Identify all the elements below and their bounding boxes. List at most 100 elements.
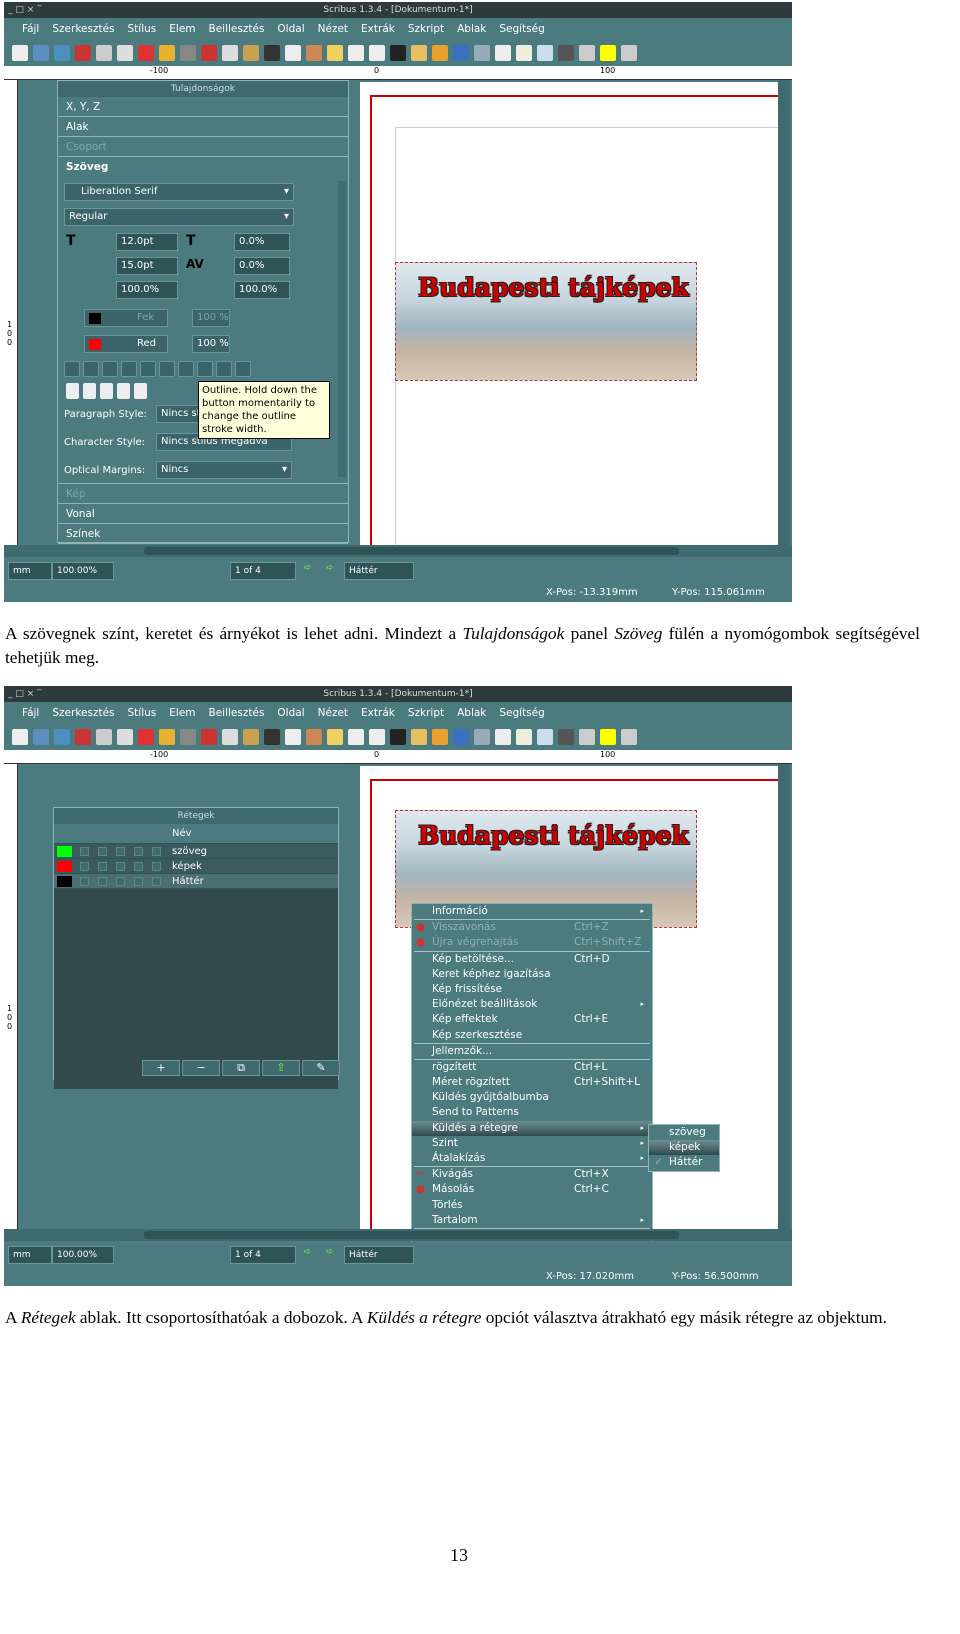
- tab-colors[interactable]: Színek: [58, 524, 348, 544]
- select-icon[interactable]: [264, 729, 280, 745]
- tracking-input[interactable]: 0.0%: [234, 257, 290, 275]
- pdf-icon[interactable]: [138, 729, 154, 745]
- menu-item[interactable]: Kép frissítése: [412, 982, 652, 997]
- tab-text[interactable]: Szöveg: [58, 157, 348, 177]
- layer-row[interactable]: Háttér: [54, 874, 338, 889]
- window-controls[interactable]: _ □ × ‾: [8, 2, 42, 18]
- strikethrough-button[interactable]: [178, 361, 194, 377]
- save-icon[interactable]: [54, 729, 70, 745]
- pipette-icon[interactable]: [621, 729, 637, 745]
- align-block-button[interactable]: [117, 383, 130, 399]
- redo-icon[interactable]: [180, 45, 196, 61]
- menu-item[interactable]: Keret képhez igazítása: [412, 967, 652, 982]
- redo-icon[interactable]: [180, 729, 196, 745]
- font-size-input[interactable]: 12.0pt: [116, 233, 178, 251]
- offset-input[interactable]: 0.0%: [234, 233, 290, 251]
- shape-icon[interactable]: [348, 729, 364, 745]
- last-page-icon[interactable]: ➪: [326, 1247, 334, 1257]
- zoom-input[interactable]: 100.00%: [52, 1246, 114, 1264]
- text-frame-icon[interactable]: [285, 45, 301, 61]
- tab-image[interactable]: Kép: [58, 484, 348, 504]
- menu-item[interactable]: Tartalom ▸: [412, 1213, 652, 1228]
- align-center-button[interactable]: [83, 383, 96, 399]
- copy-icon[interactable]: [222, 729, 238, 745]
- menu-9[interactable]: Ablak: [457, 707, 486, 719]
- layer-checkbox[interactable]: [116, 862, 125, 871]
- story-editor-icon[interactable]: [516, 729, 532, 745]
- menu-item[interactable]: Információ ▸: [412, 904, 652, 919]
- undo-icon[interactable]: [159, 729, 175, 745]
- rotate-icon[interactable]: [453, 729, 469, 745]
- layer-row[interactable]: képek: [54, 859, 338, 874]
- layer-select[interactable]: Háttér: [344, 562, 414, 580]
- rotate-icon[interactable]: [453, 45, 469, 61]
- preflight-icon[interactable]: [117, 729, 133, 745]
- underline-words-button[interactable]: [83, 361, 99, 377]
- shadow-button[interactable]: [216, 361, 232, 377]
- line-icon[interactable]: [390, 729, 406, 745]
- menu-1[interactable]: Szerkesztés: [52, 707, 114, 719]
- table-icon[interactable]: [327, 45, 343, 61]
- text-frame-icon[interactable]: [285, 729, 301, 745]
- width-scale-input[interactable]: 100.0%: [116, 281, 178, 299]
- menu-5[interactable]: Oldal: [277, 707, 304, 719]
- measure-icon[interactable]: [579, 729, 595, 745]
- edit-layer-button[interactable]: ✎: [302, 1060, 340, 1076]
- smallcaps-button[interactable]: [159, 361, 175, 377]
- cut-icon[interactable]: [201, 45, 217, 61]
- align-left-button[interactable]: [66, 383, 79, 399]
- print-icon[interactable]: [96, 729, 112, 745]
- layer-checkbox[interactable]: [98, 877, 107, 886]
- shape-icon[interactable]: [348, 45, 364, 61]
- layer-checkbox[interactable]: [152, 862, 161, 871]
- menu-2[interactable]: Stílus: [128, 23, 157, 35]
- menu-item[interactable]: Törlés: [412, 1198, 652, 1213]
- table-icon[interactable]: [327, 729, 343, 745]
- menu-5[interactable]: Oldal: [277, 23, 304, 35]
- align-right-button[interactable]: [100, 383, 113, 399]
- submenu-item[interactable]: képek: [649, 1140, 719, 1156]
- layer-checkbox[interactable]: [80, 847, 89, 856]
- polygon-icon[interactable]: [369, 45, 385, 61]
- layer-checkbox[interactable]: [80, 862, 89, 871]
- menu-item[interactable]: Kép betöltése... Ctrl+D: [412, 952, 652, 967]
- unlink-frames-icon[interactable]: [558, 45, 574, 61]
- menu-item[interactable]: ● Visszavonás Ctrl+Z: [412, 920, 652, 935]
- unit-select[interactable]: mm: [8, 562, 52, 580]
- vertical-scrollbar[interactable]: [778, 80, 790, 545]
- menu-item[interactable]: Send to Patterns: [412, 1105, 652, 1120]
- layer-checkbox[interactable]: [134, 862, 143, 871]
- unlink-frames-icon[interactable]: [558, 729, 574, 745]
- next-page-icon[interactable]: ➪: [304, 563, 312, 573]
- paste-icon[interactable]: [243, 729, 259, 745]
- align-forced-button[interactable]: [134, 383, 147, 399]
- window-controls[interactable]: _ □ × ‾: [8, 686, 42, 702]
- menu-10[interactable]: Segítség: [499, 707, 544, 719]
- style-select[interactable]: Regular ▾: [64, 208, 294, 226]
- eyedropper-icon[interactable]: [600, 45, 616, 61]
- menu-item[interactable]: Küldés a rétegre ▸: [412, 1120, 652, 1136]
- eyedropper-icon[interactable]: [600, 729, 616, 745]
- menu-4[interactable]: Beillesztés: [209, 707, 265, 719]
- menu-item[interactable]: Kép szerkesztése: [412, 1028, 652, 1043]
- copy-icon[interactable]: [222, 45, 238, 61]
- fill-color-select[interactable]: Red: [84, 335, 168, 353]
- outline-button[interactable]: [197, 361, 213, 377]
- open-icon[interactable]: [33, 729, 49, 745]
- stroke-color-select[interactable]: Fek: [84, 309, 168, 327]
- menu-3[interactable]: Elem: [169, 23, 195, 35]
- next-page-icon[interactable]: ➪: [304, 1247, 312, 1257]
- menu-item[interactable]: rögzített Ctrl+L: [412, 1060, 652, 1075]
- close-icon[interactable]: [75, 729, 91, 745]
- save-icon[interactable]: [54, 45, 70, 61]
- unit-select[interactable]: mm: [8, 1246, 52, 1264]
- layer-select[interactable]: Háttér: [344, 1246, 414, 1264]
- new-document-icon[interactable]: [12, 729, 28, 745]
- select-icon[interactable]: [264, 45, 280, 61]
- last-page-icon[interactable]: ➪: [326, 563, 334, 573]
- tab-xyz[interactable]: X, Y, Z: [58, 97, 348, 117]
- polygon-icon[interactable]: [369, 729, 385, 745]
- undo-icon[interactable]: [159, 45, 175, 61]
- zoom-icon[interactable]: [474, 45, 490, 61]
- bezier-icon[interactable]: [411, 45, 427, 61]
